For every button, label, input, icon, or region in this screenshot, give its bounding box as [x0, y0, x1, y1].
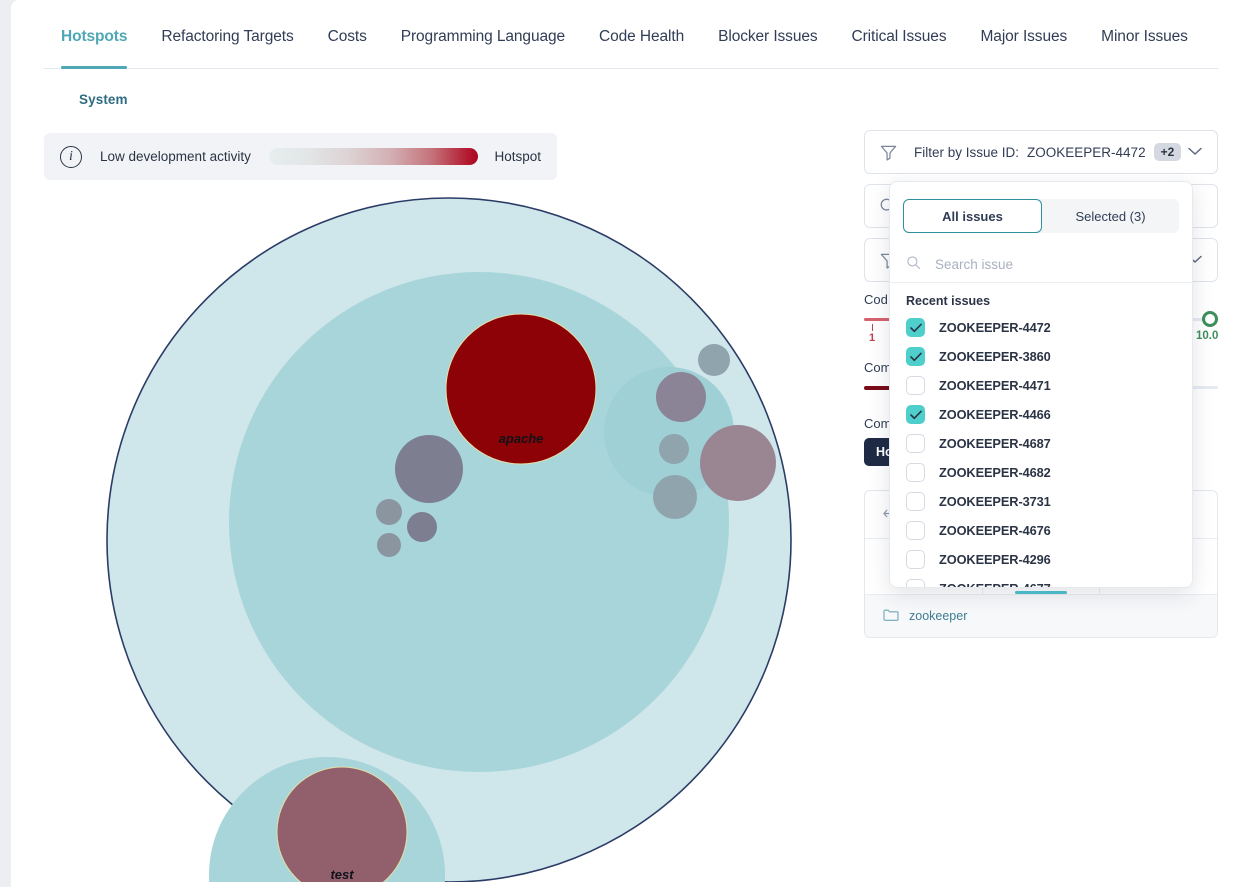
dropdown-issue-list: ZOOKEEPER-4472 ZOOKEEPER-3860 ZOOKEEPER-44…	[890, 313, 1192, 588]
filter-icon	[879, 143, 898, 162]
checkbox-checked-icon[interactable]	[906, 405, 925, 424]
search-icon	[906, 255, 921, 275]
dropdown-issue-label: ZOOKEEPER-4687	[939, 436, 1051, 451]
filter-overflow-badge: +2	[1154, 143, 1182, 161]
dropdown-issue-item[interactable]: ZOOKEEPER-4677	[890, 574, 1192, 588]
tab-label: Costs	[328, 28, 367, 45]
card-footer-breadcrumb[interactable]: zookeeper	[865, 595, 1217, 637]
tab-label: Critical Issues	[852, 28, 947, 45]
dropdown-issue-label: ZOOKEEPER-4472	[939, 320, 1051, 335]
dropdown-issue-label: ZOOKEEPER-4676	[939, 523, 1051, 538]
tab-label: Minor Issues	[1101, 28, 1188, 45]
dropdown-issue-item[interactable]: ZOOKEEPER-4472	[890, 313, 1192, 342]
folder-label: zookeeper	[909, 609, 967, 623]
chevron-down-icon[interactable]	[1188, 143, 1202, 161]
bubble-label-test: test	[330, 867, 354, 882]
tab-costs[interactable]: Costs	[311, 28, 384, 68]
tab-critical-issues[interactable]: Critical Issues	[835, 28, 964, 68]
breadcrumb-system[interactable]: System	[79, 92, 128, 107]
dropdown-issue-item[interactable]: ZOOKEEPER-3731	[890, 487, 1192, 516]
checkbox-icon[interactable]	[906, 463, 925, 482]
dropdown-issue-item[interactable]: ZOOKEEPER-4471	[890, 371, 1192, 400]
hotspot-circle-packing-chart[interactable]: apache test	[44, 192, 834, 882]
dropdown-issue-item[interactable]: ZOOKEEPER-4466	[890, 400, 1192, 429]
bubble-right-sub-5[interactable]	[700, 425, 776, 501]
dropdown-issue-label: ZOOKEEPER-4471	[939, 378, 1051, 393]
checkbox-icon[interactable]	[906, 492, 925, 511]
app-page: Hotspots Refactoring Targets Costs Progr…	[11, 0, 1235, 887]
checkbox-icon[interactable]	[906, 434, 925, 453]
filter-field-text: Filter by Issue ID: ZOOKEEPER-4472 +2	[914, 143, 1181, 161]
dropdown-tab-selected[interactable]: Selected (3)	[1042, 199, 1179, 233]
tab-label: Hotspots	[61, 28, 127, 45]
checkbox-checked-icon[interactable]	[906, 347, 925, 366]
issue-filter-dropdown: All issues Selected (3) Recent issues ZO…	[889, 181, 1193, 588]
dropdown-section-title: Recent issues	[890, 283, 1192, 313]
bubble-right-sub-1[interactable]	[656, 372, 706, 422]
main-tab-bar: Hotspots Refactoring Targets Costs Progr…	[44, 0, 1218, 69]
dropdown-issue-item[interactable]: ZOOKEEPER-4687	[890, 429, 1192, 458]
tab-major-issues[interactable]: Major Issues	[963, 28, 1084, 68]
dropdown-issue-label: ZOOKEEPER-4677	[939, 581, 1051, 588]
tab-label: Blocker Issues	[718, 28, 817, 45]
metric-label: Com	[864, 416, 891, 431]
dropdown-issue-label: ZOOKEEPER-4466	[939, 407, 1051, 422]
checkbox-icon[interactable]	[906, 550, 925, 569]
bubble-apache-sub-4[interactable]	[377, 533, 401, 557]
metric-max-knob[interactable]	[1202, 311, 1218, 327]
dropdown-issue-item[interactable]: ZOOKEEPER-4682	[890, 458, 1192, 487]
bubble-right-sub-4[interactable]	[653, 475, 697, 519]
tab-blocker-issues[interactable]: Blocker Issues	[701, 28, 834, 68]
dropdown-tab-all-issues[interactable]: All issues	[903, 199, 1042, 233]
dropdown-issue-label: ZOOKEEPER-4682	[939, 465, 1051, 480]
legend-low-label: Low development activity	[100, 149, 251, 164]
dropdown-tab-label: Selected (3)	[1075, 209, 1145, 224]
metric-label: Cod	[864, 292, 888, 307]
checkbox-icon[interactable]	[906, 579, 925, 588]
circle-packing-svg[interactable]: apache test	[44, 192, 834, 882]
tab-refactoring-targets[interactable]: Refactoring Targets	[144, 28, 310, 68]
tab-label: Refactoring Targets	[161, 28, 293, 45]
dropdown-tab-label: All issues	[942, 209, 1003, 224]
bubble-label-apache: apache	[499, 431, 544, 446]
dropdown-issue-item[interactable]: ZOOKEEPER-4676	[890, 516, 1192, 545]
filter-by-issue-id-field[interactable]: Filter by Issue ID: ZOOKEEPER-4472 +2	[864, 130, 1218, 174]
legend-high-label: Hotspot	[494, 149, 541, 164]
dropdown-issue-label: ZOOKEEPER-3860	[939, 349, 1051, 364]
metric-min-label: 1	[869, 332, 875, 344]
checkbox-checked-icon[interactable]	[906, 318, 925, 337]
dropdown-tab-group: All issues Selected (3)	[903, 199, 1179, 233]
checkbox-icon[interactable]	[906, 521, 925, 540]
dropdown-issue-item[interactable]: ZOOKEEPER-4296	[890, 545, 1192, 574]
metric-max-label: 10.0	[1196, 330, 1218, 342]
bubble-apache-sub-2[interactable]	[376, 499, 402, 525]
tab-label: Code Health	[599, 28, 684, 45]
metric-label: Com	[864, 360, 891, 375]
checkbox-icon[interactable]	[906, 376, 925, 395]
metric-min-tick	[872, 324, 873, 331]
dropdown-issue-item[interactable]: ZOOKEEPER-3860	[890, 342, 1192, 371]
dropdown-search-row[interactable]	[890, 247, 1192, 283]
folder-icon	[883, 608, 899, 625]
filter-field-label: Filter by Issue ID:	[914, 145, 1019, 160]
tab-minor-issues[interactable]: Minor Issues	[1084, 28, 1205, 68]
filter-field-value: ZOOKEEPER-4472	[1027, 145, 1146, 160]
tab-hotspots[interactable]: Hotspots	[44, 28, 144, 68]
search-issue-input[interactable]	[933, 256, 1153, 273]
info-icon: i	[60, 146, 82, 168]
bubble-right-sub-2[interactable]	[698, 344, 730, 376]
dropdown-issue-label: ZOOKEEPER-3731	[939, 494, 1051, 509]
tab-programming-language[interactable]: Programming Language	[384, 28, 582, 68]
hotspot-legend: i Low development activity Hotspot	[44, 133, 557, 180]
bubble-right-sub-3[interactable]	[659, 434, 689, 464]
tab-label: Programming Language	[401, 28, 565, 45]
bubble-apache-sub-1[interactable]	[395, 435, 463, 503]
tab-code-health[interactable]: Code Health	[582, 28, 701, 68]
tab-label: Major Issues	[980, 28, 1067, 45]
bubble-apache-sub-3[interactable]	[407, 512, 437, 542]
dropdown-issue-label: ZOOKEEPER-4296	[939, 552, 1051, 567]
legend-gradient-bar	[269, 148, 479, 165]
